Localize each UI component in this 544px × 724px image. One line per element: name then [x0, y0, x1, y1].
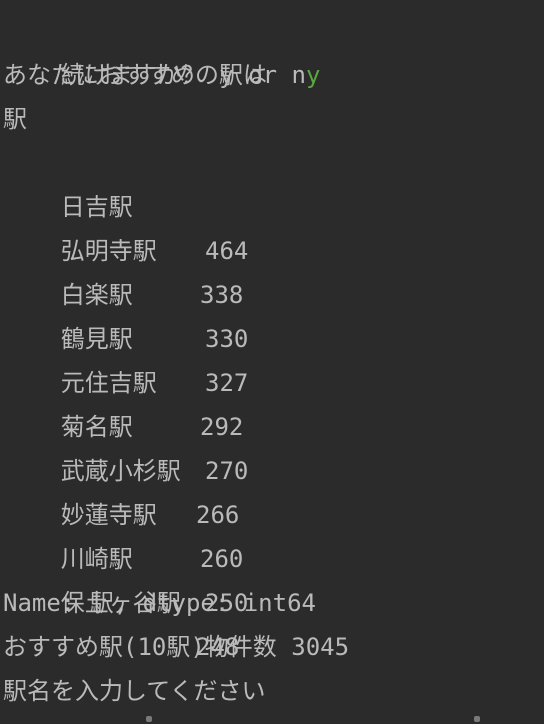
recommend-heading: あなたにおすすめの駅は: [3, 61, 267, 89]
total-summary: おすすめ駅(10駅)物件数 3045: [3, 633, 350, 661]
station-count: 330: [205, 325, 249, 353]
series-info: Name: 駅, dtype: int64: [3, 589, 316, 617]
station-count: 292: [200, 413, 244, 441]
station-row: 元住吉駅 292: [3, 317, 244, 441]
station-row: 川崎駅 250: [3, 493, 249, 617]
console-output[interactable]: 続けますか？ y or ny あなたにおすすめの駅は 駅 日吉駅 464 弘明寺…: [0, 0, 544, 724]
cut-off-line: [0, 712, 544, 724]
station-count: 266: [196, 501, 240, 529]
station-input-prompt: 駅名を入力してください: [3, 677, 266, 705]
station-row: 保土ヶ谷駅 248: [3, 537, 240, 661]
station-count: 338: [200, 281, 244, 309]
station-row: 白楽駅 330: [3, 229, 249, 353]
station-row: 妙蓮寺駅 260: [3, 449, 244, 573]
station-row: 武蔵小杉駅 266: [3, 405, 240, 529]
station-row: 鶴見駅 327: [3, 273, 249, 397]
station-count: 464: [205, 237, 249, 265]
station-row: 菊名駅 270: [3, 361, 249, 485]
station-row: 弘明寺駅 338: [3, 185, 244, 309]
station-count: 327: [205, 369, 249, 397]
user-input-echo: y: [305, 61, 321, 89]
index-label: 駅: [3, 105, 27, 133]
station-row: 日吉駅 464: [3, 141, 249, 265]
station-count: 260: [200, 545, 244, 573]
continue-prompt-line: 続けますか？ y or ny: [3, 9, 321, 89]
station-count: 270: [205, 457, 249, 485]
